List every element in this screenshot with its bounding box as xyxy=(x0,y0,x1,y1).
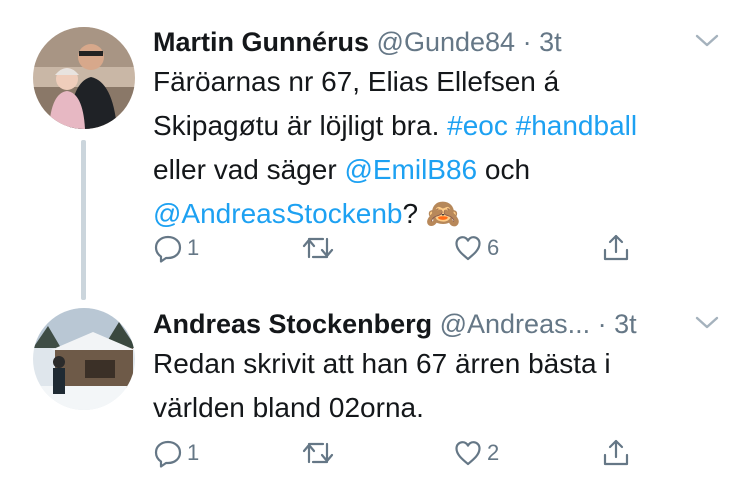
tweet-header: Martin Gunnérus @Gunde84 · 3t xyxy=(153,26,562,58)
avatar[interactable] xyxy=(33,27,135,129)
retweet-icon xyxy=(301,233,335,263)
timestamp[interactable]: 3t xyxy=(614,309,637,339)
reply-count: 1 xyxy=(187,235,200,260)
tweet-text: Färöarnas nr 67, Elias Ellefsen á Skipag… xyxy=(153,60,723,236)
heart-icon xyxy=(453,438,483,468)
author-handle[interactable]: @Andreas... xyxy=(440,309,590,339)
hashtag-eoc[interactable]: #eoc xyxy=(447,110,508,141)
text-line: Färöarnas nr 67, Elias Ellefsen á xyxy=(153,60,723,104)
retweet-icon xyxy=(301,438,335,468)
share-icon xyxy=(600,232,632,264)
text-segment: Skipagøtu är löjligt bra. xyxy=(153,110,448,141)
share-button[interactable] xyxy=(600,228,632,268)
reply-icon xyxy=(153,438,183,468)
reply-icon xyxy=(153,233,183,263)
thread-line xyxy=(81,140,86,300)
heart-icon xyxy=(453,233,483,263)
text-line: Skipagøtu är löjligt bra. #eoc #handball xyxy=(153,104,723,148)
retweet-button[interactable] xyxy=(301,433,335,473)
like-count: 6 xyxy=(487,235,500,260)
avatar-photo xyxy=(33,308,135,410)
tweet-2[interactable]: Andreas Stockenberg @Andreas... · 3t Red… xyxy=(0,290,750,479)
text-line: världen bland 02orna. xyxy=(153,392,424,423)
author-handle[interactable]: @Gunde84 xyxy=(377,27,516,57)
reply-button[interactable]: 1 xyxy=(153,433,199,473)
reply-button[interactable]: 1 xyxy=(153,228,199,268)
text-line: Redan skrivit att han 67 ärren bästa i xyxy=(153,348,611,379)
like-button[interactable]: 2 xyxy=(453,433,499,473)
avatar-photo xyxy=(33,27,135,129)
chevron-down-icon[interactable] xyxy=(694,30,720,55)
hashtag-handball[interactable]: #handball xyxy=(516,110,637,141)
see-no-evil-monkey-emoji: 🙈 xyxy=(425,198,461,229)
text-segment xyxy=(508,110,516,141)
text-segment: eller vad säger xyxy=(153,154,345,185)
text-line: eller vad säger @EmilB86 och xyxy=(153,148,723,192)
text-segment: Färöarnas nr 67, Elias Ellefsen á xyxy=(153,66,560,97)
like-count: 2 xyxy=(487,440,500,465)
avatar[interactable] xyxy=(33,308,135,410)
chevron-down-icon[interactable] xyxy=(694,312,720,337)
like-button[interactable]: 6 xyxy=(453,228,499,268)
tweet-1[interactable]: Martin Gunnérus @Gunde84 · 3t Färöarnas … xyxy=(0,0,750,300)
reply-count: 1 xyxy=(187,440,200,465)
timestamp[interactable]: 3t xyxy=(539,27,562,57)
text-segment: och xyxy=(477,154,531,185)
tweet-actions: 1 2 xyxy=(153,433,643,473)
share-icon xyxy=(600,437,632,469)
retweet-button[interactable] xyxy=(301,228,335,268)
author-name[interactable]: Andreas Stockenberg xyxy=(153,309,432,339)
share-button[interactable] xyxy=(600,433,632,473)
text-segment: ? xyxy=(402,198,426,229)
separator: · xyxy=(597,309,607,339)
tweet-text: Redan skrivit att han 67 ärren bästa i v… xyxy=(153,342,723,430)
mention-emilb86[interactable]: @EmilB86 xyxy=(344,154,477,185)
mention-andreasstockenb[interactable]: @AndreasStockenb xyxy=(153,198,402,229)
tweet-header: Andreas Stockenberg @Andreas... · 3t xyxy=(153,308,637,340)
author-name[interactable]: Martin Gunnérus xyxy=(153,27,369,57)
tweet-actions: 1 6 xyxy=(153,228,643,268)
separator: · xyxy=(522,27,532,57)
